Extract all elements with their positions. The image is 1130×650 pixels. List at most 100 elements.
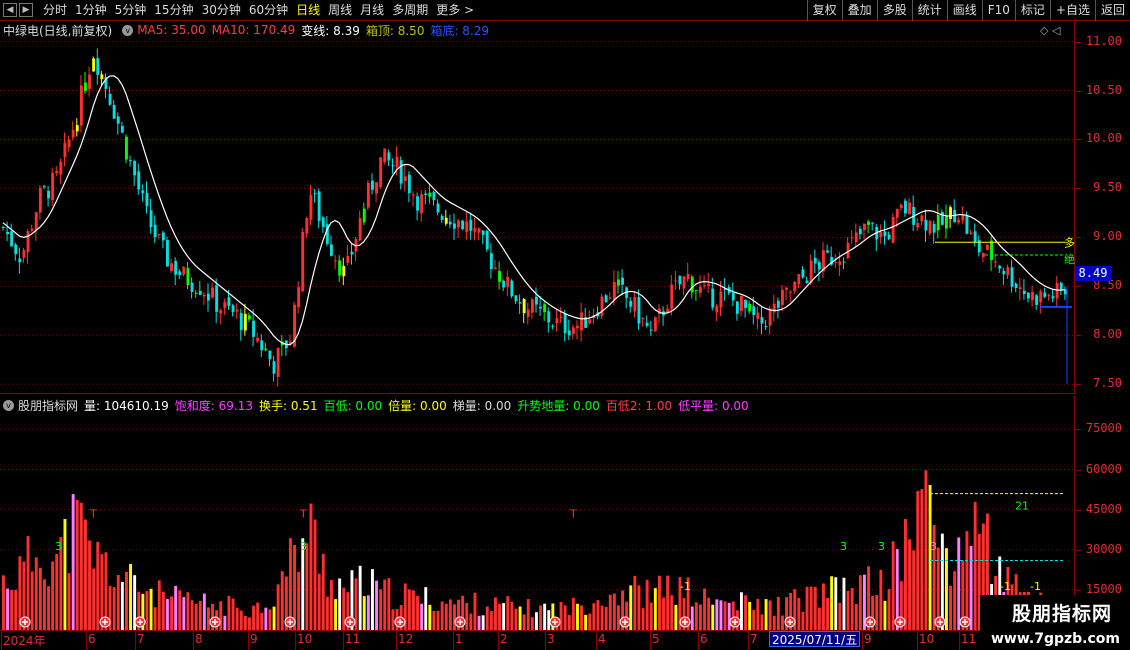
candle-body [272,361,276,374]
chevron-down-icon[interactable]: v [3,399,14,411]
candle-body [120,126,124,133]
volume-bar [309,503,313,630]
date-label: 4 [598,632,606,646]
volume-bar [637,585,641,630]
volume-bar [293,544,296,630]
candle-body [92,58,96,72]
chevron-down-icon[interactable]: v [122,24,134,36]
volume-bar [489,610,493,630]
candle-body [498,271,501,282]
volume-bar [202,593,206,630]
chevron-right-icon: > [464,3,475,17]
volume-bar [84,519,87,630]
candle-body [38,187,42,213]
volume-chart-panel[interactable]: 21 T T T 3 3 3 3 3 -1 -1 -1 [0,396,1075,630]
volume-bar [879,569,883,630]
candle-body [645,322,649,326]
candle-body [178,271,182,276]
signal-marker-neg1: -1 [1030,580,1041,593]
period-more-button[interactable]: 更多 > [432,0,478,20]
candle-body [84,82,87,91]
volume-bar [248,617,251,630]
volume-bar [407,589,411,630]
volume-bar [965,531,969,630]
watermark-title: 股朋指标网 [1011,603,1112,625]
candle-body [981,252,985,258]
candle-body [22,250,26,258]
tool-button-5[interactable]: F10 [981,0,1015,21]
volume-bar [125,571,128,630]
volume-bar [47,586,50,630]
tab-period-4[interactable]: 30分钟 [198,0,245,20]
volume-bar [14,589,18,630]
candle-body [547,311,551,323]
tool-button-8[interactable]: 返回 [1094,0,1130,21]
volume-bar [530,617,534,630]
panel-corner-icons[interactable]: ◇ ◁ [1040,24,1060,37]
volume-bar [272,606,276,630]
volume-axis-tick [1076,589,1081,591]
volume-bar [740,592,743,630]
date-highlight: 2025/07/11/五 [769,631,861,647]
volume-bar [809,586,813,630]
volume-bar [63,518,67,630]
tab-period-0[interactable]: 分时 [39,0,71,20]
tab-period-6[interactable]: 日线 [292,0,324,20]
tool-button-2[interactable]: 多股 [876,0,912,21]
tool-button-3[interactable]: 统计 [911,0,947,21]
price-chart-panel[interactable]: 多绝 [0,22,1075,394]
tab-period-7[interactable]: 周线 [324,0,356,20]
volume-bar [55,554,59,630]
tab-period-8[interactable]: 月线 [356,0,388,20]
candle-body [526,309,530,317]
candle-body [379,157,383,188]
volume-bar [518,606,522,630]
volume-bar [264,607,268,630]
candle-body [1006,267,1010,276]
date-separator [498,631,499,650]
candle-body [1035,295,1039,305]
tab-period-5[interactable]: 60分钟 [245,0,292,20]
volume-bar [813,586,817,630]
tool-button-4[interactable]: 画线 [946,0,982,21]
candle-body [75,125,79,132]
volume-bar [178,590,182,630]
candle-body [957,219,961,223]
candle-body [600,296,604,316]
candle-body [174,260,178,275]
candle-body [260,340,264,351]
tool-button-7[interactable]: +自选 [1049,0,1095,21]
volume-bar [912,550,916,630]
candle-body [711,288,715,308]
volume-bar [321,553,325,630]
tool-button-1[interactable]: 叠加 [841,0,877,21]
date-separator [959,631,960,650]
candle-body [313,193,317,195]
tab-period-1[interactable]: 1分钟 [71,0,111,20]
candle-body [621,277,624,285]
tab-period-9[interactable]: 多周期 [388,0,432,20]
date-label: 2 [500,632,508,646]
candle-body [506,276,510,287]
candle-body [18,258,22,263]
tab-period-2[interactable]: 5分钟 [111,0,151,20]
volume-bar [584,614,588,630]
volume-bar [428,604,432,630]
nav-prev-icon[interactable]: ◀ [3,3,17,17]
date-separator [650,631,651,650]
tool-button-0[interactable]: 复权 [806,0,842,21]
price-chart-svg: 多绝 [0,41,1075,387]
tool-button-6[interactable]: 标记 [1014,0,1050,21]
candle-body [145,192,149,207]
date-label: 10 [297,632,313,646]
candle-body [518,302,522,304]
volume-bar [842,577,846,630]
nav-next-icon[interactable]: ▶ [19,3,33,17]
date-separator [396,631,397,650]
volume-bar [420,603,424,630]
candle-body [161,232,165,241]
tab-period-3[interactable]: 15分钟 [150,0,197,20]
price-axis-label: 11.00 [1085,33,1122,48]
turnover-value: 换手: 0.51 [259,398,318,413]
volume-bar [313,519,317,630]
